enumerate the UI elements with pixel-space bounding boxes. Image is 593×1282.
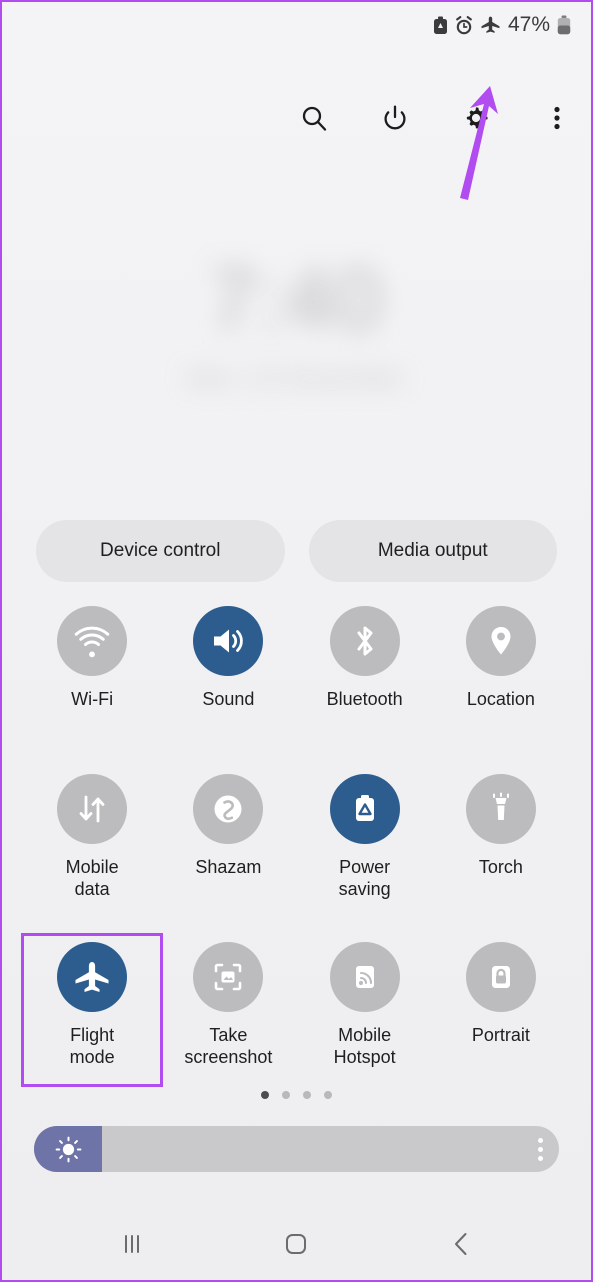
brightness-slider-fill — [34, 1126, 103, 1172]
toggle-sound-circle — [193, 606, 264, 676]
toggle-bluetooth-label: Bluetooth — [326, 689, 403, 709]
three-dot-menu-icon — [538, 1137, 543, 1143]
settings-button[interactable] — [456, 98, 496, 138]
toggle-location[interactable]: Location — [433, 600, 569, 748]
power-icon — [384, 105, 406, 130]
torch-icon — [492, 792, 509, 820]
toggle-mobile-data-circle — [57, 774, 128, 844]
brightness-options-button[interactable] — [538, 1126, 543, 1172]
brightness-slider[interactable] — [34, 1126, 559, 1172]
status-bar: 47% — [2, 2, 591, 48]
sound-icon — [214, 629, 244, 653]
shazam-icon — [214, 795, 242, 823]
back-button[interactable] — [426, 1217, 496, 1271]
back-icon — [454, 1233, 467, 1255]
gear-icon — [466, 107, 488, 129]
toggle-power-saving[interactable]: Power saving — [297, 768, 433, 916]
clock-time: 7:40 — [208, 252, 385, 348]
home-button[interactable] — [261, 1217, 331, 1271]
panel-shortcuts: Device control Media output — [36, 520, 557, 582]
recents-button[interactable] — [97, 1217, 167, 1271]
quick-settings-panel: 47% 7:40 Mon, 23 November Device control… — [0, 0, 593, 1282]
toggle-mobile-data[interactable]: Mobile data — [24, 768, 160, 916]
power-saving-icon — [433, 16, 447, 34]
toggle-torch-circle — [465, 774, 536, 844]
toggle-take-screenshot[interactable]: Take screenshot — [160, 936, 296, 1084]
three-dot-menu-icon — [538, 1155, 543, 1161]
airplane-icon — [75, 962, 109, 992]
alarm-icon — [456, 15, 472, 34]
navigation-bar — [2, 1208, 591, 1280]
toggle-shazam-label: Shazam — [195, 857, 262, 877]
toggle-flight-mode-label: Flight mode — [69, 1025, 115, 1067]
recents-icon — [125, 1235, 140, 1253]
battery-percentage: 47% — [507, 13, 550, 36]
toggle-bluetooth-circle — [329, 606, 400, 676]
wifi-icon — [74, 626, 110, 658]
more-options-button[interactable] — [537, 98, 577, 138]
toggle-mobile-hotspot[interactable]: Mobile Hotspot — [297, 936, 433, 1084]
toggle-mobile-data-label: Mobile data — [65, 857, 119, 899]
page-dot[interactable] — [282, 1091, 290, 1099]
hotspot-icon — [355, 966, 374, 988]
toggle-flight-mode[interactable]: Flight mode — [20, 933, 164, 1087]
clock-date: Mon, 23 November — [186, 365, 407, 392]
toggle-shazam[interactable]: Shazam — [160, 768, 296, 916]
toggle-power-saving-label: Power saving — [338, 857, 391, 899]
toggle-torch[interactable]: Torch — [433, 768, 569, 916]
quick-toggle-grid: Wi-Fi Sound Bluetooth Location Mobile data Sh… — [20, 600, 569, 1087]
power-saving-icon — [355, 795, 374, 821]
page-dot[interactable] — [303, 1091, 311, 1099]
media-output-button[interactable]: Media output — [308, 520, 557, 582]
airplane-icon — [481, 16, 500, 33]
toggle-sound[interactable]: Sound — [160, 600, 296, 748]
toggle-sound-label: Sound — [202, 689, 255, 709]
toggle-wifi[interactable]: Wi-Fi — [24, 600, 160, 748]
page-indicator[interactable] — [2, 1091, 591, 1099]
toggle-location-circle — [465, 606, 536, 676]
toggle-mobile-hotspot-circle — [329, 942, 400, 1012]
lockscreen-clock-blurred: 7:40 Mon, 23 November — [2, 257, 591, 393]
toggle-portrait-label: Portrait — [471, 1025, 530, 1045]
quick-settings-toolbar — [294, 98, 577, 138]
location-pin-icon — [491, 627, 511, 655]
screenshot-icon — [215, 963, 242, 991]
toggle-power-saving-circle — [329, 774, 400, 844]
toggle-mobile-hotspot-label: Mobile Hotspot — [333, 1025, 396, 1067]
toggle-portrait-circle — [465, 942, 536, 1012]
page-dot[interactable] — [324, 1091, 332, 1099]
toggle-portrait[interactable]: Portrait — [433, 936, 569, 1084]
bluetooth-icon — [357, 626, 373, 656]
page-dot[interactable] — [261, 1091, 269, 1099]
search-icon — [302, 106, 327, 131]
toggle-shazam-circle — [193, 774, 264, 844]
power-button[interactable] — [375, 98, 415, 138]
home-icon — [286, 1234, 307, 1254]
toggle-wifi-label: Wi-Fi — [71, 689, 114, 709]
toggle-torch-label: Torch — [478, 857, 523, 877]
device-control-button[interactable]: Device control — [36, 520, 285, 582]
toggle-bluetooth[interactable]: Bluetooth — [297, 600, 433, 748]
toggle-wifi-circle — [57, 606, 128, 676]
toggle-take-screenshot-circle — [193, 942, 264, 1012]
mobile-data-icon — [79, 795, 105, 823]
toggle-location-label: Location — [466, 689, 535, 709]
battery-icon — [557, 15, 571, 35]
toggle-take-screenshot-label: Take screenshot — [184, 1025, 273, 1067]
three-dot-menu-icon — [538, 1146, 543, 1152]
three-dot-menu-icon — [554, 106, 560, 130]
brightness-sun-icon — [55, 1136, 82, 1162]
search-button[interactable] — [294, 98, 334, 138]
rotation-lock-icon — [491, 966, 510, 988]
toggle-flight-mode-circle — [57, 942, 128, 1012]
